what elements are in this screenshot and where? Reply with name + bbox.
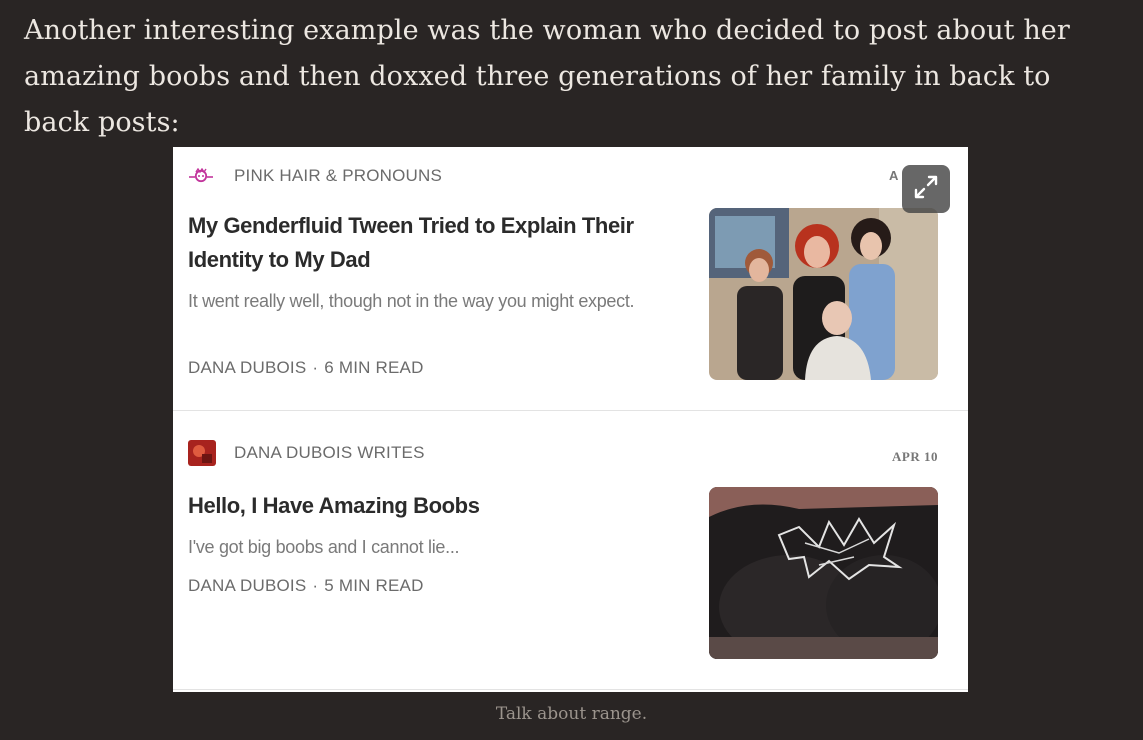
publication-name[interactable]: PINK HAIR & PRONOUNS xyxy=(234,166,442,186)
read-time: 5 MIN READ xyxy=(324,576,424,595)
embedded-screenshot: PINK HAIR & PRONOUNS My Genderfluid Twee… xyxy=(173,147,968,692)
publication-row: PINK HAIR & PRONOUNS xyxy=(188,163,442,189)
post-card[interactable]: PINK HAIR & PRONOUNS My Genderfluid Twee… xyxy=(173,147,968,411)
read-time: 6 MIN READ xyxy=(324,358,424,377)
post-byline: DANA DUBOIS · 6 MIN READ xyxy=(188,358,424,378)
post-thumbnail-family-photo[interactable] xyxy=(709,208,938,380)
byline-separator: · xyxy=(312,576,319,595)
pink-hair-logo-icon xyxy=(188,163,216,189)
post-subtitle: I've got big boobs and I cannot lie... xyxy=(188,537,460,557)
publication-row: DANA DUBOIS WRITES xyxy=(188,440,425,466)
dana-dubois-avatar-icon xyxy=(188,440,216,466)
post-card[interactable]: DANA DUBOIS WRITES Hello, I Have Amazing… xyxy=(173,411,968,690)
post-date: APR 10 xyxy=(892,449,938,464)
expand-arrows-icon xyxy=(912,173,940,206)
author-name[interactable]: DANA DUBOIS xyxy=(188,576,306,595)
post-title[interactable]: My Genderfluid Tween Tried to Explain Th… xyxy=(188,209,688,277)
image-caption: Talk about range. xyxy=(495,704,648,724)
publication-name[interactable]: DANA DUBOIS WRITES xyxy=(234,443,425,463)
post-subtitle: It went really well, though not in the w… xyxy=(188,291,635,311)
article-paragraph: Another interesting example was the woma… xyxy=(24,15,1070,138)
author-name[interactable]: DANA DUBOIS xyxy=(188,358,306,377)
post-thumbnail-tshirt-photo[interactable] xyxy=(709,487,938,659)
byline-separator: · xyxy=(312,358,319,377)
post-title[interactable]: Hello, I Have Amazing Boobs xyxy=(188,489,688,523)
post-byline: DANA DUBOIS · 5 MIN READ xyxy=(188,576,424,596)
post-date-partial: A xyxy=(889,168,899,183)
expand-image-button[interactable] xyxy=(902,165,950,213)
